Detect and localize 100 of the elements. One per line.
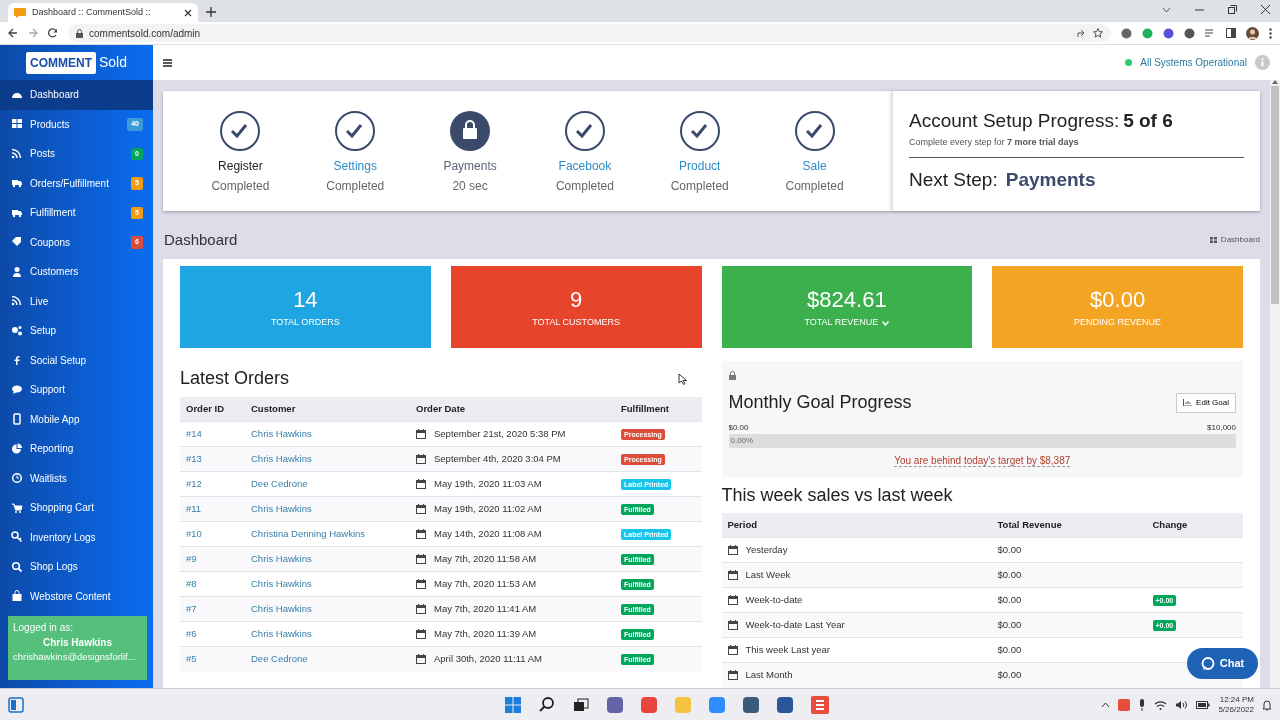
progress-count: 5 of 6 bbox=[1123, 109, 1173, 133]
side-panel-icon[interactable] bbox=[1226, 28, 1236, 38]
sidebar-item[interactable]: Social Setup bbox=[0, 345, 153, 375]
customer-link[interactable]: Chris Hawkins bbox=[245, 496, 410, 522]
logo-text[interactable]: COMMENT bbox=[26, 51, 96, 74]
sidebar-item[interactable]: Webstore Content bbox=[0, 581, 153, 611]
stat-label: TOTAL CUSTOMERS bbox=[532, 316, 620, 330]
calendar-icon bbox=[727, 670, 738, 681]
section-title: Monthly Goal Progress bbox=[728, 391, 912, 414]
next-step-value[interactable]: Payments bbox=[1005, 166, 1096, 195]
step-label[interactable]: Sale bbox=[802, 157, 827, 175]
chat-icon bbox=[11, 383, 23, 396]
sidebar-item[interactable]: Live bbox=[0, 286, 153, 316]
order-link[interactable]: #5 bbox=[180, 646, 245, 672]
share-icon[interactable] bbox=[1077, 28, 1087, 38]
sidebar-item[interactable]: Inventory Logs bbox=[0, 522, 153, 552]
chevron-down-icon[interactable] bbox=[1162, 6, 1171, 13]
search-icon[interactable] bbox=[538, 695, 556, 714]
sidebar-item[interactable]: Waitlists bbox=[0, 463, 153, 493]
task-view-icon[interactable] bbox=[572, 695, 590, 714]
sidebar-item[interactable]: Mobile App bbox=[0, 404, 153, 434]
back-icon[interactable] bbox=[8, 28, 18, 38]
reading-list-icon[interactable] bbox=[1205, 28, 1216, 38]
phone-icon bbox=[11, 413, 23, 426]
revenue-value: $0.00 bbox=[991, 612, 1147, 638]
status-text[interactable]: All Systems Operational bbox=[1140, 55, 1247, 70]
column-header: Order Date bbox=[410, 396, 615, 422]
order-link[interactable]: #13 bbox=[180, 446, 245, 472]
clock-date[interactable]: 5/26/2022 bbox=[1218, 704, 1254, 715]
person-icon bbox=[11, 265, 23, 278]
status-dot-icon bbox=[1125, 59, 1133, 66]
clock-time[interactable]: 12:24 PM bbox=[1219, 694, 1254, 705]
clock-icon bbox=[11, 472, 23, 485]
wifi-icon[interactable] bbox=[1154, 699, 1168, 710]
order-date: May 19th, 2020 11:03 AM bbox=[434, 476, 542, 491]
calendar-icon bbox=[727, 545, 738, 555]
stat-value: $0.00 bbox=[1090, 286, 1146, 315]
customer-link[interactable]: Chris Hawkins bbox=[245, 546, 410, 572]
widgets-icon[interactable] bbox=[8, 696, 24, 713]
app-icon[interactable] bbox=[1118, 698, 1131, 711]
menu-dots-icon[interactable] bbox=[1269, 27, 1272, 39]
step-label: Payments bbox=[443, 158, 497, 175]
step-label[interactable]: Product bbox=[679, 157, 721, 175]
reload-icon[interactable] bbox=[48, 28, 58, 38]
menu-icon[interactable] bbox=[163, 58, 172, 67]
close-icon[interactable] bbox=[1261, 5, 1270, 14]
sidebar-item[interactable]: Reporting bbox=[0, 434, 153, 464]
calendar-icon bbox=[416, 579, 426, 589]
notification-icon[interactable] bbox=[1262, 698, 1272, 711]
sidebar-item[interactable]: Dashboard bbox=[0, 80, 153, 110]
sidebar-item[interactable]: Setup bbox=[0, 316, 153, 346]
sidebar-item[interactable]: Shopping Cart bbox=[0, 493, 153, 523]
order-date: April 30th, 2020 11:11 AM bbox=[434, 652, 542, 667]
logo-text[interactable]: Sold bbox=[99, 52, 127, 73]
microphone-icon[interactable] bbox=[1138, 698, 1147, 711]
calendar-icon bbox=[416, 454, 426, 464]
calendar-icon bbox=[416, 604, 426, 614]
new-tab-icon[interactable] bbox=[206, 7, 216, 17]
order-link[interactable]: #7 bbox=[180, 596, 245, 622]
key-icon bbox=[11, 531, 23, 544]
period-label: Week-to-date bbox=[745, 592, 803, 607]
truck-icon bbox=[11, 177, 23, 190]
customer-link[interactable]: Chris Hawkins bbox=[245, 596, 410, 622]
order-link[interactable]: #11 bbox=[180, 496, 245, 522]
period-label: This week Last year bbox=[745, 642, 830, 657]
customer-link[interactable]: Dee Cedrone bbox=[245, 646, 410, 672]
chat-button[interactable]: Chat bbox=[1187, 648, 1258, 679]
restore-icon[interactable] bbox=[1228, 5, 1237, 14]
chevron-up-icon[interactable] bbox=[1101, 701, 1111, 708]
section-title: This week sales vs last week bbox=[721, 483, 954, 507]
browser-tab[interactable]: Dashboard :: CommentSold :: bbox=[8, 3, 198, 22]
edit-goal-button[interactable]: Edit Goal bbox=[1176, 392, 1236, 413]
battery-icon[interactable] bbox=[1196, 700, 1211, 709]
step-status: Completed bbox=[326, 178, 385, 195]
close-icon[interactable] bbox=[184, 8, 192, 17]
volume-icon[interactable] bbox=[1175, 699, 1189, 710]
step-status: Completed bbox=[670, 178, 729, 195]
page-title: Dashboard bbox=[164, 230, 238, 250]
sidebar-item[interactable]: Shop Logs bbox=[0, 552, 153, 582]
goal-note: You are behind today's target by $8,387 bbox=[894, 455, 1071, 467]
sidebar-item[interactable]: Support bbox=[0, 375, 153, 405]
stat-label: TOTAL REVENUE bbox=[804, 316, 879, 330]
star-icon[interactable] bbox=[1093, 28, 1103, 38]
period-label: Yesterday bbox=[745, 542, 788, 557]
scrollbar-thumb[interactable] bbox=[1271, 86, 1279, 304]
address-bar[interactable]: commentsold.com/admin bbox=[68, 24, 1111, 42]
minimize-icon[interactable] bbox=[1195, 8, 1204, 11]
customer-link[interactable]: Chris Hawkins bbox=[245, 446, 410, 472]
sidebar-item[interactable]: Customers bbox=[0, 257, 153, 287]
period-label: Week-to-date Last Year bbox=[745, 617, 845, 632]
avatar-icon[interactable] bbox=[1246, 26, 1259, 40]
column-header: Customer bbox=[245, 396, 410, 422]
breadcrumb-link[interactable]: Dashboard bbox=[1220, 234, 1260, 247]
calendar-icon bbox=[416, 529, 426, 539]
app-icon[interactable] bbox=[810, 694, 830, 715]
step-label[interactable]: Settings bbox=[333, 157, 377, 175]
windows-icon[interactable] bbox=[504, 695, 522, 714]
step-label[interactable]: Facebook bbox=[558, 157, 612, 175]
period-label: Last Week bbox=[745, 567, 791, 582]
order-link[interactable]: #9 bbox=[180, 546, 245, 572]
